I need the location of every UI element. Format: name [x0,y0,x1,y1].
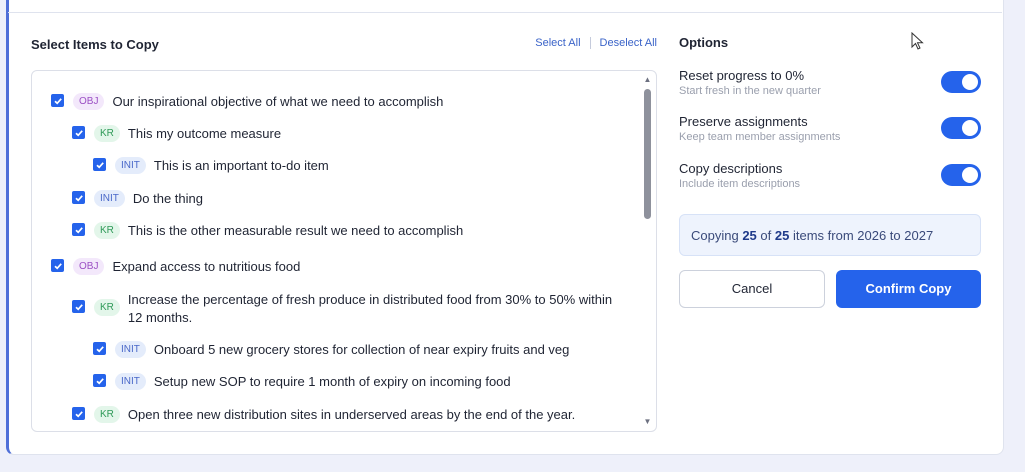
item-label: Increase the percentage of fresh produce… [127,292,613,325]
toggle-knob [962,120,978,136]
item-checkbox[interactable] [93,342,106,355]
item-label: This is the other measurable result we n… [127,223,464,238]
list-item[interactable]: OBJ Our inspirational objective of what … [51,93,443,111]
scroll-down-arrow-icon[interactable]: ▼ [643,418,652,426]
item-checkbox[interactable] [72,223,85,236]
option-copy-descriptions: Copy descriptions Include item descripti… [679,161,981,193]
option-label: Preserve assignments [679,114,808,129]
confirm-copy-button[interactable]: Confirm Copy [836,270,981,308]
options-title: Options [679,35,729,50]
item-label: This is an important to-do item [153,158,329,173]
toggle-knob [962,74,978,90]
option-reset-progress: Reset progress to 0% Start fresh in the … [679,68,981,100]
item-label: Onboard 5 new grocery stores for collect… [153,342,570,357]
list-item[interactable]: INIT This is an important to-do item [93,157,329,175]
check-icon [53,262,62,270]
check-icon [74,226,83,234]
reset-progress-toggle[interactable] [941,71,981,93]
cancel-button[interactable]: Cancel [679,270,825,308]
scroll-up-arrow-icon[interactable]: ▲ [643,76,652,84]
check-icon [95,345,104,353]
copy-descriptions-toggle[interactable] [941,164,981,186]
summary-total: 25 [774,228,790,243]
check-icon [74,194,83,202]
item-type-badge: INIT [115,341,146,358]
selection-header: Select Items to Copy Select All Deselect… [31,36,657,54]
summary-of: of [760,228,772,243]
item-label: Setup new SOP to require 1 month of expi… [153,374,511,389]
items-list[interactable]: OBJ Our inspirational objective of what … [31,70,657,432]
option-description: Include item descriptions [679,178,801,190]
list-item[interactable]: OBJ Expand access to nutritious food [51,258,300,276]
item-type-badge: KR [94,299,120,316]
item-checkbox[interactable] [72,300,85,313]
selection-title: Select Items to Copy [31,37,159,52]
selection-links: Select All Deselect All [535,37,657,49]
mouse-cursor-icon [911,32,924,50]
item-checkbox[interactable] [51,94,64,107]
check-icon [53,97,62,105]
item-checkbox[interactable] [93,374,106,387]
list-item[interactable]: KR Open three new distribution sites in … [72,406,575,424]
copy-summary: Copying 25 of 25 items from 2026 to 2027 [679,214,981,256]
item-type-badge: INIT [94,190,125,207]
item-label: Our inspirational objective of what we n… [112,94,444,109]
item-type-badge: INIT [115,373,146,390]
list-item[interactable]: KR Increase the percentage of fresh prod… [72,291,632,327]
header-divider [8,12,1002,13]
option-description: Start fresh in the new quarter [679,85,821,97]
option-label: Copy descriptions [679,161,783,176]
option-preserve-assignments: Preserve assignments Keep team member as… [679,114,981,146]
summary-suffix: items from 2026 to 2027 [792,228,934,243]
toggle-knob [962,167,978,183]
summary-prefix: Copying [691,228,739,243]
item-label: Expand access to nutritious food [112,259,301,274]
item-label: Do the thing [132,191,203,206]
item-type-badge: OBJ [73,258,105,275]
check-icon [95,161,104,169]
item-type-badge: KR [94,222,120,239]
item-type-badge: INIT [115,157,146,174]
list-item[interactable]: INIT Setup new SOP to require 1 month of… [93,373,511,391]
item-checkbox[interactable] [72,126,85,139]
option-label: Reset progress to 0% [679,68,805,83]
list-item[interactable]: KR This my outcome measure [72,125,281,143]
item-checkbox[interactable] [51,259,64,272]
check-icon [95,377,104,385]
item-checkbox[interactable] [72,407,85,420]
list-item[interactable]: INIT Onboard 5 new grocery stores for co… [93,341,569,359]
list-item[interactable]: INIT Do the thing [72,190,203,208]
item-label: Open three new distribution sites in und… [127,407,576,422]
scrollbar-thumb[interactable] [644,89,651,219]
check-icon [74,410,83,418]
check-icon [74,303,83,311]
summary-count: 25 [742,228,757,243]
item-type-badge: KR [94,406,120,423]
item-type-badge: OBJ [73,93,105,110]
item-checkbox[interactable] [72,191,85,204]
option-description: Keep team member assignments [679,131,841,143]
item-label: This my outcome measure [127,126,282,141]
link-separator [589,37,591,49]
preserve-assignments-toggle[interactable] [941,117,981,139]
item-type-badge: KR [94,125,120,142]
deselect-all-link[interactable]: Deselect All [600,37,657,49]
list-item[interactable]: KR This is the other measurable result w… [72,222,463,240]
check-icon [74,129,83,137]
item-checkbox[interactable] [93,158,106,171]
select-all-link[interactable]: Select All [535,37,580,49]
